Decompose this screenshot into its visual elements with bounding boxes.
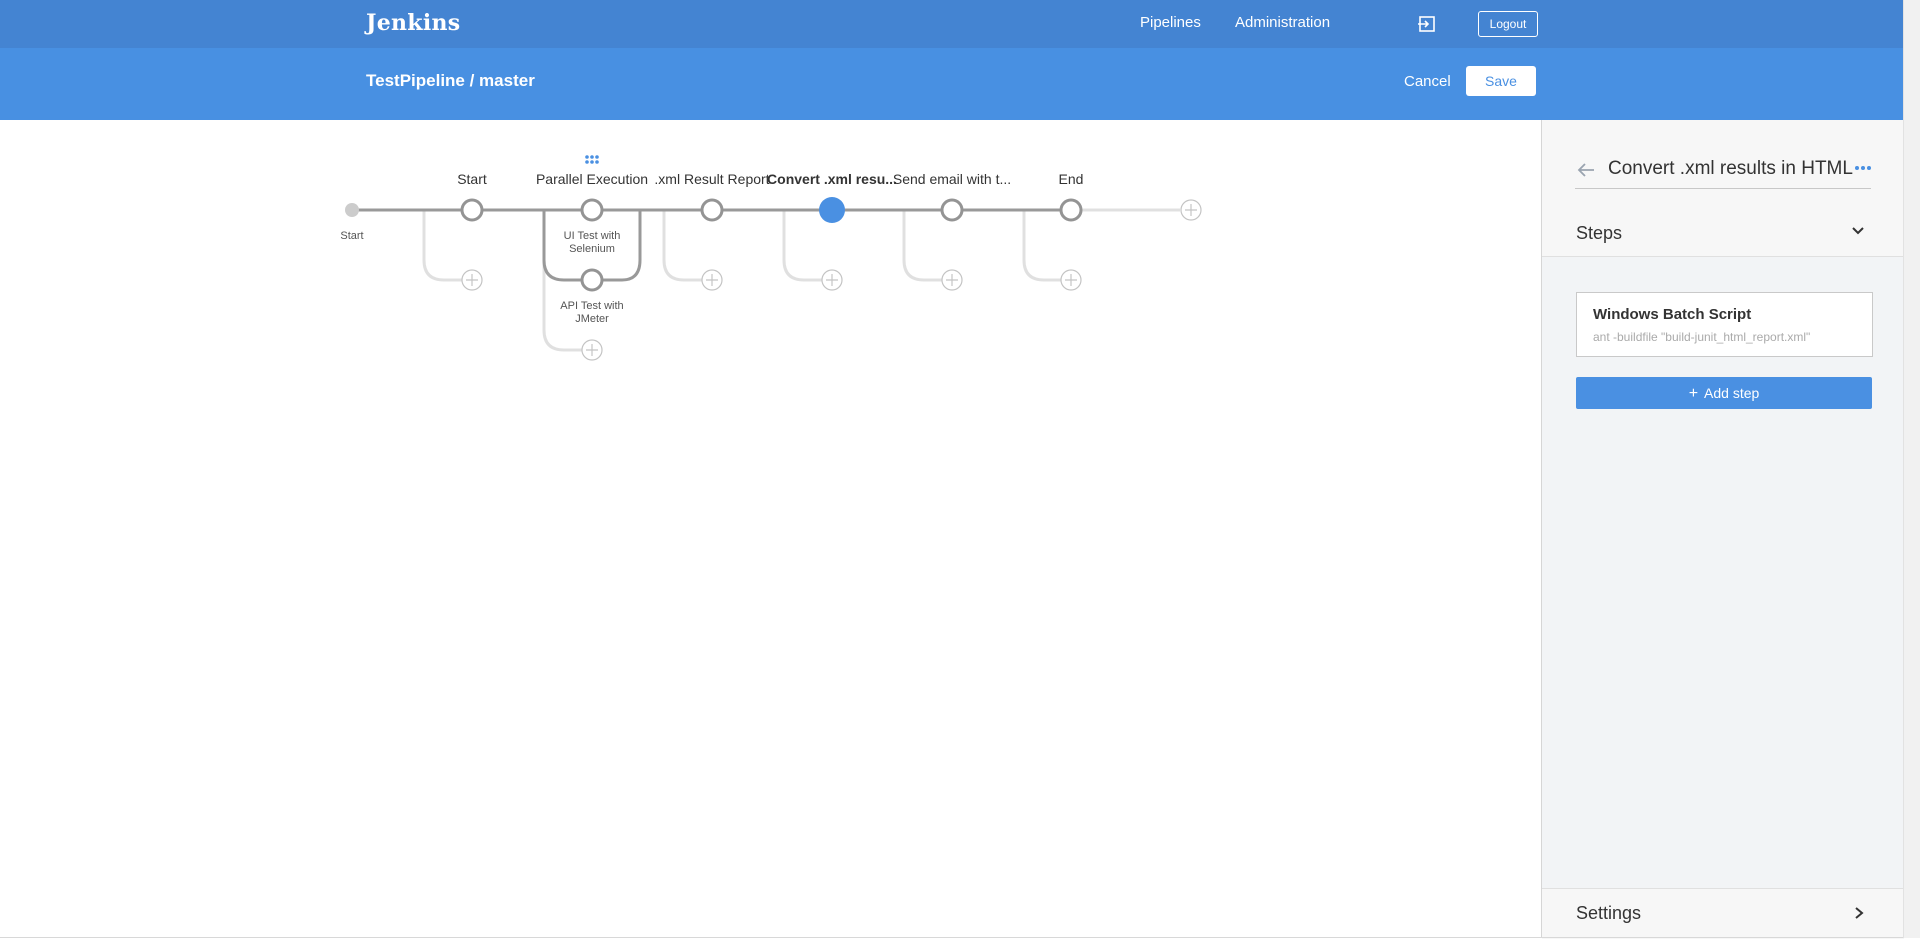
- stage-node-convert-xml-selected[interactable]: [819, 197, 845, 223]
- pipeline-start-label: Start: [340, 230, 363, 242]
- stage-label-start: Start: [457, 171, 487, 187]
- steps-heading[interactable]: Steps: [1576, 223, 1622, 244]
- nav-pipelines[interactable]: Pipelines: [1140, 14, 1201, 31]
- stage-node-send-email[interactable]: [940, 198, 964, 222]
- logout-button[interactable]: Logout: [1478, 11, 1538, 37]
- page-scrollbar[interactable]: [1903, 0, 1920, 938]
- drag-handle-icon[interactable]: [585, 155, 599, 164]
- back-arrow-icon[interactable]: [1576, 162, 1596, 178]
- save-button[interactable]: Save: [1466, 66, 1536, 96]
- stage-node-ui-test[interactable]: [580, 198, 604, 222]
- stage-node-end[interactable]: [1059, 198, 1083, 222]
- stage-name-field[interactable]: Convert .xml results in HTML: [1608, 158, 1853, 180]
- exit-icon[interactable]: [1417, 14, 1437, 34]
- cancel-button[interactable]: Cancel: [1404, 73, 1451, 90]
- step-card-windows-batch[interactable]: Windows Batch Script ant -buildfile "bui…: [1576, 292, 1873, 357]
- stage-label-convert-xml: Convert .xml resu...: [767, 171, 897, 187]
- branch-label-ui-test-line2: Selenium: [569, 243, 615, 255]
- add-stage-icon[interactable]: [461, 269, 483, 291]
- stage-label-end: End: [1059, 171, 1084, 187]
- breadcrumb: TestPipeline / master: [366, 71, 535, 90]
- step-title: Windows Batch Script: [1593, 306, 1752, 323]
- add-stage-icon[interactable]: [941, 269, 963, 291]
- stage-label-xml-result-report: .xml Result Report: [654, 171, 769, 187]
- stage-node-xml-result-report[interactable]: [700, 198, 724, 222]
- plus-icon: +: [1688, 385, 1699, 402]
- chevron-right-icon: [1855, 907, 1864, 919]
- stage-label-send-email: Send email with t...: [893, 171, 1011, 187]
- stage-label-parallel-execution: Parallel Execution: [536, 171, 648, 187]
- stage-node-api-test[interactable]: [580, 268, 604, 292]
- nav-administration[interactable]: Administration: [1235, 14, 1330, 31]
- chevron-down-icon[interactable]: [1851, 224, 1865, 238]
- add-stage-icon[interactable]: [1060, 269, 1082, 291]
- pipeline-start-dot: [345, 203, 359, 217]
- stage-node-start[interactable]: [460, 198, 484, 222]
- stage-config-panel: Convert .xml results in HTML Steps Windo…: [1541, 120, 1904, 939]
- branch-label-api-test-line1: API Test with: [560, 300, 623, 312]
- top-navbar: Jenkins Pipelines Administration Logout: [0, 0, 1903, 48]
- branch-label-api-test-line2: JMeter: [575, 313, 609, 325]
- jenkins-logo[interactable]: Jenkins: [366, 10, 460, 36]
- more-options-icon[interactable]: [1852, 160, 1874, 176]
- divider: [1542, 256, 1904, 257]
- add-stage-icon[interactable]: [701, 269, 723, 291]
- add-step-button[interactable]: + Add step: [1576, 377, 1872, 409]
- panel-header: Convert .xml results in HTML Steps: [1542, 120, 1904, 256]
- branch-label-ui-test-line1: UI Test with: [564, 230, 621, 242]
- settings-section[interactable]: Settings: [1542, 888, 1904, 939]
- add-stage-icon[interactable]: [821, 269, 843, 291]
- step-command: ant -buildfile "build-junit_html_report.…: [1593, 330, 1811, 344]
- add-step-label: Add step: [1704, 385, 1760, 401]
- title-underline: [1575, 188, 1871, 189]
- add-branch-icon[interactable]: [581, 339, 603, 361]
- editor-header: TestPipeline / master Cancel Save: [0, 48, 1903, 120]
- add-stage-end-icon[interactable]: [1180, 199, 1202, 221]
- settings-label: Settings: [1576, 903, 1642, 923]
- pipeline-graph: Start Start Parallel Execution .xml Resu…: [340, 155, 1202, 361]
